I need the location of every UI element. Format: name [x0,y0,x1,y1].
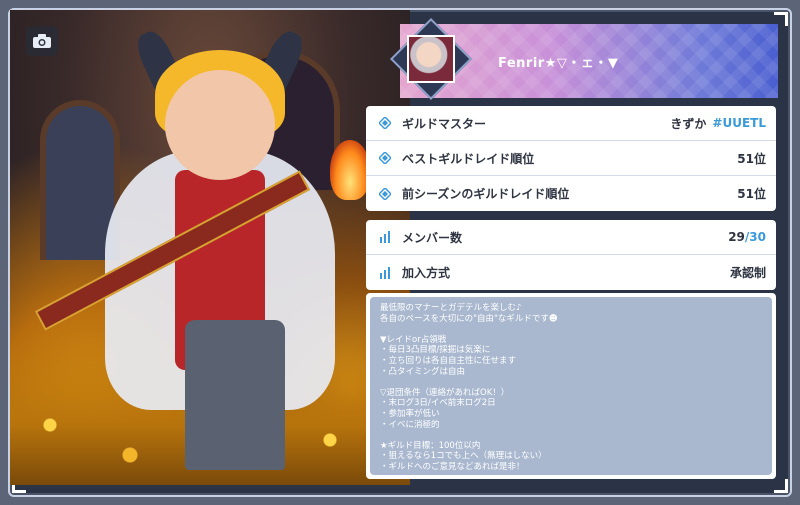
character-legs [185,320,285,470]
join-method-label: 加入方式 [402,266,451,280]
screenshot-button[interactable] [26,26,58,56]
guild-master-portrait [407,35,455,83]
guild-master-name: きずか [670,116,707,131]
guild-stats-list: メンバー数 29 /30 加入方式 承認制 [366,220,776,290]
diamond-bullet-icon [376,152,394,164]
camera-icon [33,34,51,48]
member-count-label: メンバー数 [402,230,463,245]
diamond-bullet-icon [376,187,394,200]
bar-chart-icon [376,266,394,279]
member-count-row: メンバー数 29 /30 [366,220,776,255]
join-method-value: 承認制 [729,266,766,280]
last-season-rank-row: 前シーズンのギルドレイド順位 51位 [366,176,776,211]
guild-info-list: ギルドマスター きずか #UUETL ベストギルドレイド順位 51位 前シーズン… [366,106,776,211]
character-head [165,70,275,180]
guild-emblem[interactable] [389,17,473,101]
guild-master-tag: #UUETL [712,116,766,130]
best-raid-rank-row: ベストギルドレイド順位 51位 [366,141,776,176]
torch-flame [330,140,370,200]
guild-master-row: ギルドマスター きずか #UUETL [366,106,776,141]
guild-name: Fenrir★▽・ェ・▼ [498,56,619,71]
guild-character-artwork [10,10,410,485]
last-season-rank-label: 前シーズンのギルドレイド順位 [402,187,570,201]
bar-chart-icon [376,231,394,243]
member-count-current: 29 [728,230,745,244]
best-raid-rank-value: 51位 [737,151,766,166]
join-method-row: 加入方式 承認制 [366,255,776,290]
frame-corner [774,479,788,493]
diamond-bullet-icon [376,117,394,129]
last-season-rank-value: 51位 [737,187,766,201]
guild-description[interactable]: 最低限のマナーとガデテルを楽しむ♪ 各自のペースを大切にの"自由"なギルドです☻… [370,297,772,475]
best-raid-rank-label: ベストギルドレイド順位 [402,151,535,166]
guild-master-label: ギルドマスター [402,116,487,131]
member-count-max: /30 [744,230,766,244]
